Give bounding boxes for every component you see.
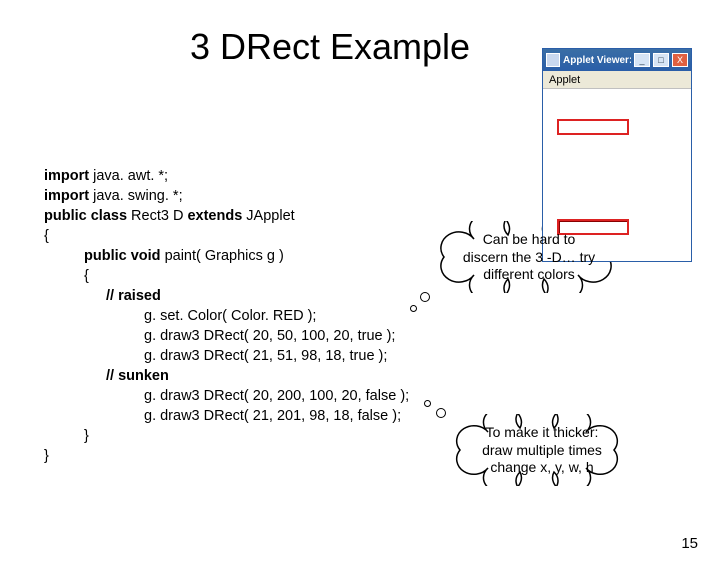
- code-line: public class Rect3 D extends JApplet: [44, 206, 409, 226]
- applet-titlebar: Applet Viewer: … _ □ X: [543, 49, 691, 71]
- keyword: extends: [187, 208, 242, 224]
- applet-window-title: Applet Viewer: …: [563, 55, 631, 66]
- code-line: {: [44, 266, 409, 286]
- code-line: {: [44, 226, 409, 246]
- code-line: }: [44, 426, 409, 446]
- thought-dot-icon: [436, 408, 446, 418]
- code-listing: import java. awt. *; import java. swing.…: [44, 166, 409, 466]
- code-text: Rect3 D: [131, 208, 187, 224]
- code-text: JApplet: [242, 208, 294, 224]
- bubble2-line3: change x, y, w, h: [452, 459, 632, 477]
- keyword: public class: [44, 208, 131, 224]
- code-comment: // sunken: [44, 366, 409, 386]
- code-line: g. draw3 DRect( 20, 50, 100, 20, true );: [44, 326, 409, 346]
- bubble1-line1: Can be hard to: [434, 231, 624, 249]
- bubble1-line2: discern the 3 -D… try: [434, 249, 624, 267]
- code-line: import java. awt. *;: [44, 166, 409, 186]
- code-line: }: [44, 446, 409, 466]
- code-line: g. draw3 DRect( 21, 201, 98, 18, false )…: [44, 406, 409, 426]
- minimize-button[interactable]: _: [634, 53, 650, 67]
- bubble1-line3: different colors: [434, 266, 624, 284]
- keyword: import: [44, 188, 89, 204]
- code-text: java. awt. *;: [89, 168, 168, 184]
- keyword: import: [44, 168, 89, 184]
- java-icon: [546, 53, 560, 67]
- code-line: public void paint( Graphics g ): [44, 246, 409, 266]
- callout-bubble-1: Can be hard to discern the 3 -D… try dif…: [424, 221, 634, 294]
- code-text: paint( Graphics g ): [165, 248, 284, 264]
- code-text: java. swing. *;: [89, 188, 183, 204]
- code-line: g. draw3 DRect( 21, 51, 98, 18, true );: [44, 346, 409, 366]
- code-line: g. draw3 DRect( 20, 200, 100, 20, false …: [44, 386, 409, 406]
- raised-rect: [557, 119, 629, 135]
- applet-menu[interactable]: Applet: [543, 71, 691, 89]
- thought-dot-icon: [424, 400, 431, 407]
- bubble2-line2: draw multiple times: [452, 442, 632, 460]
- callout-bubble-2: To make it thicker: draw multiple times …: [442, 414, 642, 487]
- thought-dot-icon: [410, 305, 417, 312]
- code-line: import java. swing. *;: [44, 186, 409, 206]
- maximize-button[interactable]: □: [653, 53, 669, 67]
- code-comment: // raised: [44, 286, 409, 306]
- thought-dot-icon: [420, 292, 430, 302]
- keyword: public void: [84, 248, 165, 264]
- page-number: 15: [681, 535, 698, 552]
- code-line: g. set. Color( Color. RED );: [44, 306, 409, 326]
- close-button[interactable]: X: [672, 53, 688, 67]
- bubble2-line1: To make it thicker:: [452, 424, 632, 442]
